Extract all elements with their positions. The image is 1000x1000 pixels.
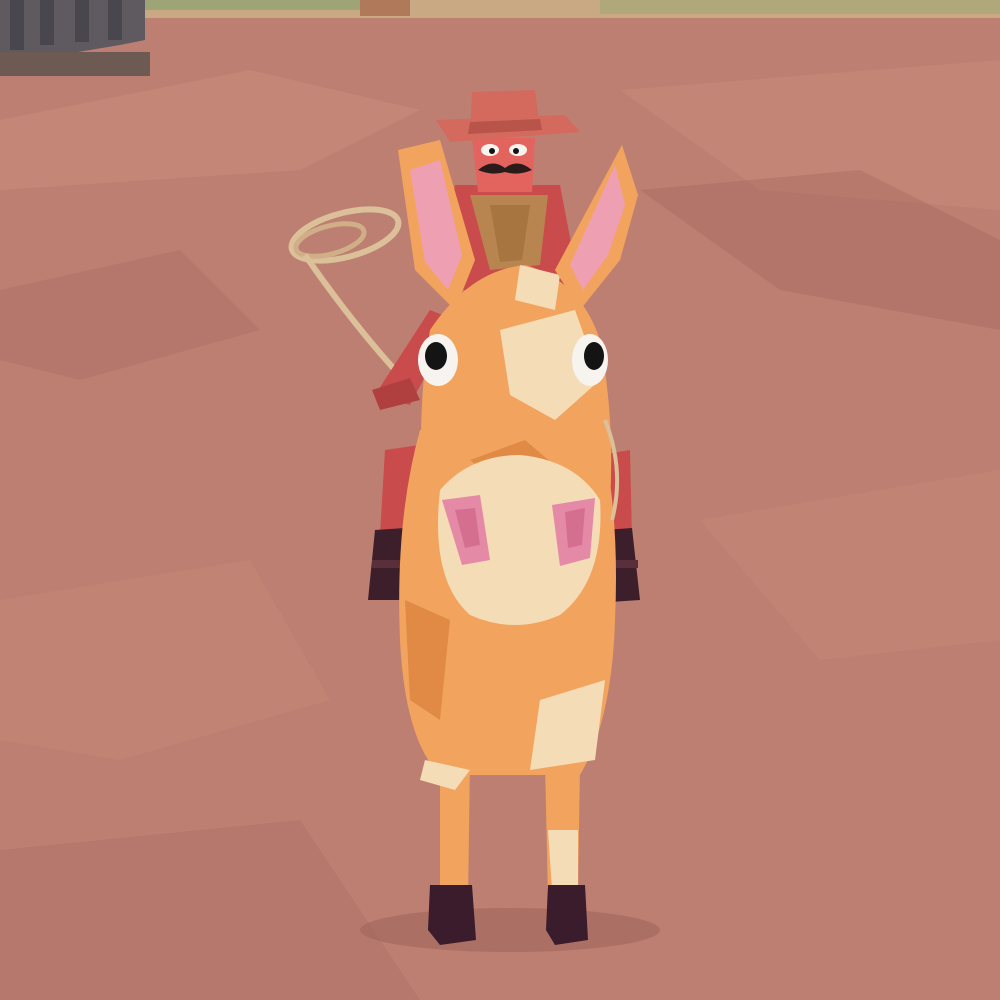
horizon-strip <box>0 0 1000 18</box>
right-hoof <box>546 885 588 945</box>
left-hoof <box>428 885 476 945</box>
character-shadow <box>360 908 660 952</box>
mule-right-eye <box>572 334 608 386</box>
game-scene <box>0 0 1000 1000</box>
mule-left-eye <box>418 334 458 386</box>
western-building <box>0 0 150 76</box>
